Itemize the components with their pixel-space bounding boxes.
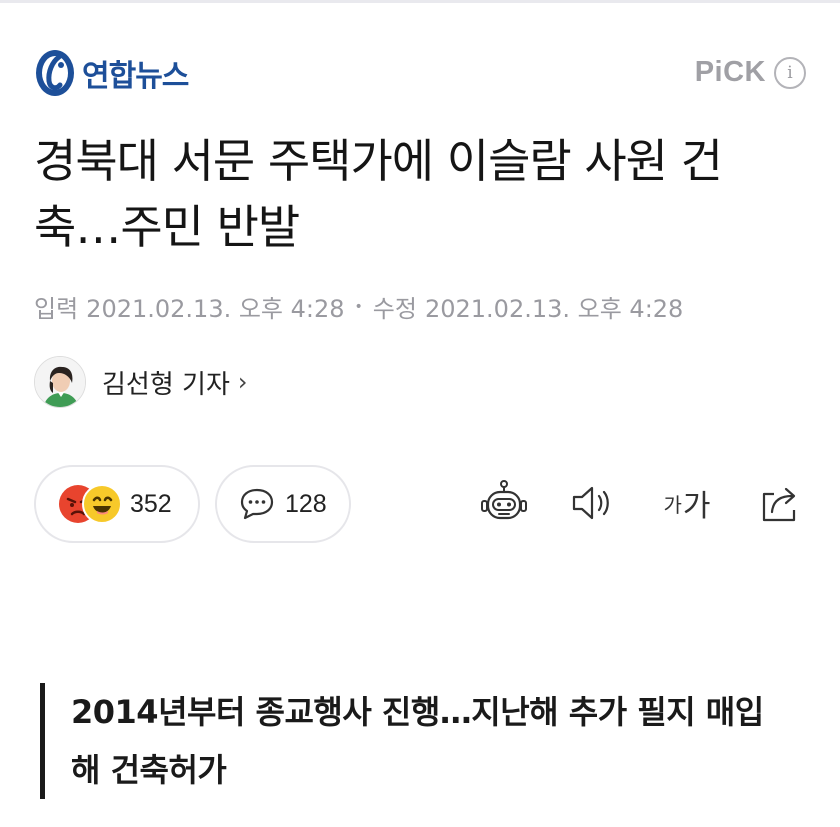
date-modified-label: 수정 [372, 295, 417, 323]
font-small-glyph: 가 [663, 492, 682, 517]
comment-count: 128 [285, 489, 327, 518]
publisher-logo[interactable]: 연합뉴스 [34, 48, 189, 98]
date-input-value: 2021.02.13. 오후 4:28 [86, 295, 345, 323]
chevron-right-icon: › [237, 368, 248, 396]
date-input-label: 입력 [34, 295, 79, 323]
font-size-button[interactable]: 가가 [660, 480, 714, 526]
yonhap-logo-icon [36, 50, 74, 96]
article-subheading: 2014년부터 종교행사 진행…지난해 추가 필지 매입해 건축허가 [40, 683, 780, 799]
author-link[interactable]: 김선형 기자 › [34, 356, 247, 408]
robot-icon [481, 480, 527, 520]
top-divider [0, 0, 840, 3]
article-dates: 입력 2021.02.13. 오후 4:28 • 수정 2021.02.13. … [34, 289, 683, 324]
pick-label: PiCK [694, 56, 766, 88]
reaction-count: 352 [130, 489, 172, 518]
share-icon [762, 487, 796, 522]
comment-bubble-icon [240, 488, 274, 520]
comment-button[interactable]: 128 [215, 465, 351, 543]
article-header: 연합뉴스 PiCK i [34, 42, 806, 102]
info-icon[interactable]: i [774, 56, 806, 89]
pick-badge[interactable]: PiCK i [695, 56, 806, 89]
smile-face-icon [82, 484, 122, 524]
share-button[interactable] [756, 480, 804, 526]
author-name: 김선형 기자 [102, 369, 230, 400]
avatar-portrait-icon [35, 357, 85, 407]
speaker-icon [572, 486, 609, 520]
date-separator: • [354, 298, 363, 315]
publisher-name: 연합뉴스 [82, 59, 189, 94]
date-modified-value: 2021.02.13. 오후 4:28 [424, 295, 684, 323]
summary-bot-button[interactable] [478, 480, 530, 526]
reaction-emojis [58, 484, 124, 524]
text-to-speech-button[interactable] [568, 480, 618, 526]
font-large-glyph: 가 [682, 489, 711, 524]
article-title: 경북대 서문 주택가에 이슬람 사원 건축…주민 반발 [34, 134, 723, 254]
subheading-text: 2014년부터 종교행사 진행…지난해 추가 필지 매입해 건축허가 [71, 693, 764, 789]
reaction-button[interactable]: 352 [34, 465, 200, 543]
author-avatar [34, 356, 86, 408]
